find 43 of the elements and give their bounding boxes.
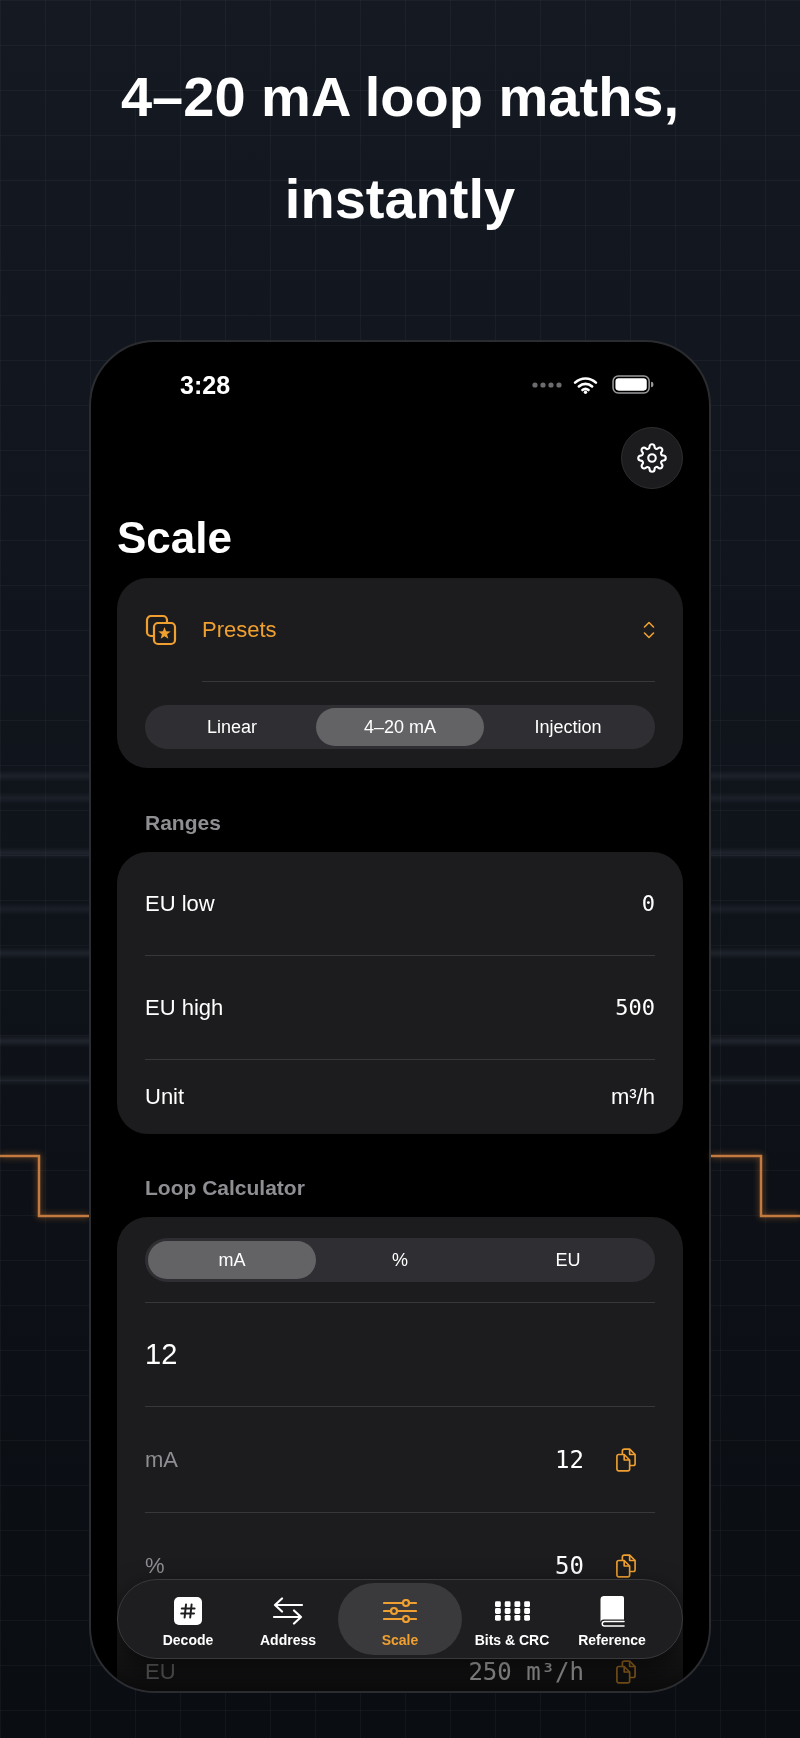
unit-segment[interactable]: % — [316, 1241, 484, 1279]
result-value: 250 m³/h — [468, 1659, 584, 1684]
mode-segment[interactable]: 4–20 mA — [316, 708, 484, 746]
chevron-updown-icon — [643, 620, 655, 640]
sliders-icon — [383, 1598, 417, 1623]
result-label: % — [145, 1554, 166, 1577]
value-input[interactable]: 12 — [145, 1303, 655, 1406]
tab-item[interactable]: Address — [238, 1583, 338, 1655]
result-label: EU — [145, 1660, 177, 1683]
mode-segment[interactable]: Injection — [484, 708, 652, 746]
headline: 4–20 mA loop maths, instantly — [119, 64, 681, 232]
wifi-icon — [573, 375, 598, 394]
settings-icon — [637, 443, 667, 473]
unit-segment[interactable]: mA — [148, 1241, 316, 1279]
section-header: Ranges — [145, 810, 222, 836]
result-value: 50 — [555, 1553, 584, 1578]
mode-segment[interactable]: Linear — [148, 708, 316, 746]
screen-title: Scale — [117, 512, 233, 564]
tab-item[interactable]: Reference — [562, 1583, 662, 1655]
battery-icon — [612, 375, 654, 394]
presets-picker[interactable]: Presets — [145, 608, 655, 652]
dot-grid-icon — [494, 1600, 530, 1621]
stacked-star-icon — [145, 614, 177, 646]
swap-arrows-icon — [272, 1596, 304, 1625]
result-value: 12 — [555, 1447, 584, 1472]
signal-dots-icon — [532, 381, 562, 388]
unit-picker[interactable]: m³/h — [611, 1084, 655, 1110]
result-label: mA — [145, 1448, 179, 1471]
field-label: Unit — [145, 1084, 185, 1110]
field-label: EU high — [145, 994, 224, 1021]
section-header: Loop Calculator — [145, 1175, 306, 1201]
book-icon — [599, 1594, 625, 1627]
value-field[interactable]: 0 — [641, 891, 655, 916]
hash-tile-icon — [174, 1596, 202, 1625]
value-field[interactable]: 500 — [615, 995, 655, 1020]
field-label: EU low — [145, 890, 215, 917]
unit-segment[interactable]: EU — [484, 1241, 652, 1279]
copy-icon[interactable] — [616, 1447, 636, 1472]
copy-icon[interactable] — [616, 1553, 636, 1578]
tab-item[interactable]: Scale — [338, 1583, 462, 1655]
tab-item[interactable]: Bits & CRC — [462, 1583, 562, 1655]
status-time: 3:28 — [180, 370, 231, 399]
tab-item[interactable]: Decode — [138, 1583, 238, 1655]
